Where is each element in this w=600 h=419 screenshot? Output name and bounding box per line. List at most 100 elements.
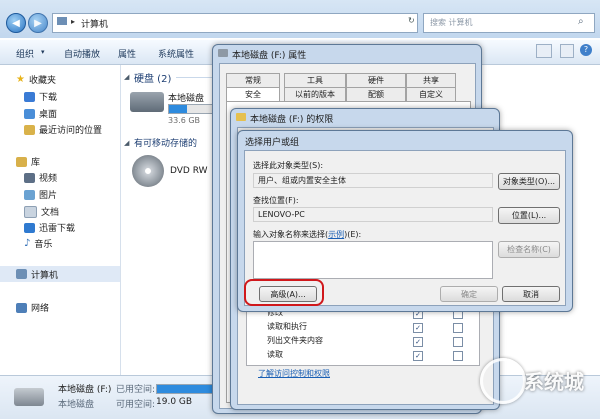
enter-names-label: 输入对象名称来选择(示例)(E): bbox=[253, 230, 362, 239]
forward-icon[interactable]: ▶ bbox=[28, 13, 48, 33]
search-icon: ⌕ bbox=[578, 16, 584, 27]
nav-desktop[interactable]: 桌面 bbox=[24, 107, 57, 120]
nav-thunder-label: 迅雷下载 bbox=[39, 224, 76, 234]
nav-music[interactable]: ♪ 音乐 bbox=[24, 237, 52, 250]
locations-button[interactable]: 位置(L)... bbox=[498, 207, 560, 224]
toolbar-autoplay[interactable]: 自动播放 bbox=[64, 47, 100, 60]
nav-music-label: 音乐 bbox=[34, 240, 53, 250]
check-names-button[interactable]: 检查名称(C) bbox=[498, 241, 560, 258]
tab-customize[interactable]: 自定义 bbox=[406, 87, 456, 102]
collapse-icon[interactable]: ◢ bbox=[124, 73, 129, 81]
tab-hardware[interactable]: 硬件 bbox=[346, 73, 406, 88]
back-icon[interactable]: ◀ bbox=[6, 13, 26, 33]
tab-previous-versions[interactable]: 以前的版本 bbox=[284, 87, 346, 102]
breadcrumb-computer[interactable]: 计算机 bbox=[81, 17, 108, 30]
access-control-help-link[interactable]: 了解访问控制和权限 bbox=[258, 368, 330, 379]
allow-checkbox[interactable]: ✓ bbox=[413, 351, 423, 361]
status-free-value: 19.0 GB bbox=[156, 397, 193, 407]
toolbar-organize[interactable]: 组织 bbox=[16, 47, 34, 60]
preview-pane-icon[interactable] bbox=[560, 44, 574, 58]
drive1-size: 33.6 GB bbox=[168, 116, 201, 125]
nav-videos[interactable]: 视频 bbox=[24, 171, 57, 184]
drive1-name[interactable]: 本地磁盘 bbox=[168, 91, 204, 104]
address-separator: ▸ bbox=[71, 17, 76, 26]
examples-link[interactable]: 示例 bbox=[328, 230, 344, 239]
status-drive-name: 本地磁盘 (F:) bbox=[58, 385, 112, 395]
nav-documents-label: 文档 bbox=[41, 208, 60, 218]
nav-videos-label: 视频 bbox=[39, 174, 58, 184]
nav-libraries[interactable]: 库 bbox=[16, 155, 40, 168]
toolbar-system-properties[interactable]: 系统属性 bbox=[158, 47, 194, 60]
object-type-label: 选择此对象类型(S): bbox=[253, 161, 324, 170]
drive-large-icon bbox=[14, 388, 44, 406]
perm-row-read-execute: 读取和执行 bbox=[267, 322, 307, 331]
location-field: LENOVO-PC bbox=[253, 207, 493, 222]
nav-favorites-label: 收藏夹 bbox=[28, 76, 56, 86]
computer-icon bbox=[16, 269, 27, 279]
tab-quota[interactable]: 配额 bbox=[346, 87, 406, 102]
allow-checkbox[interactable]: ✓ bbox=[413, 337, 423, 347]
object-type-field: 用户、组或内置安全主体 bbox=[253, 173, 493, 188]
tab-tools[interactable]: 工具 bbox=[284, 73, 346, 88]
location-value: LENOVO-PC bbox=[258, 210, 305, 219]
cancel-button[interactable]: 取消 bbox=[502, 286, 560, 302]
nav-desktop-label: 桌面 bbox=[39, 110, 58, 120]
nav-recent[interactable]: 最近访问的位置 bbox=[24, 123, 102, 136]
search-input[interactable]: 搜索 计算机 ⌕ bbox=[423, 13, 595, 33]
nav-thunder-downloads[interactable]: 迅雷下载 bbox=[24, 221, 75, 234]
properties-title: 本地磁盘 (F:) 属性 bbox=[232, 51, 307, 61]
help-icon[interactable]: ? bbox=[580, 44, 592, 56]
star-icon: ★ bbox=[16, 74, 25, 85]
hard-drive-icon bbox=[130, 92, 164, 112]
drive-icon bbox=[218, 49, 228, 57]
status-usage-fill bbox=[157, 385, 212, 393]
music-icon: ♪ bbox=[24, 238, 31, 249]
allow-checkbox[interactable]: ✓ bbox=[413, 323, 423, 333]
nav-downloads[interactable]: 下载 bbox=[24, 90, 57, 103]
nav-downloads-label: 下载 bbox=[39, 93, 58, 103]
object-names-input[interactable] bbox=[253, 241, 493, 279]
nav-libraries-label: 库 bbox=[31, 158, 41, 168]
nav-pictures-label: 图片 bbox=[39, 191, 58, 201]
group-hard-disks: 硬盘 (2) bbox=[134, 74, 172, 85]
tab-sharing[interactable]: 共享 bbox=[406, 73, 456, 88]
nav-pictures[interactable]: 图片 bbox=[24, 188, 57, 201]
nav-computer-label: 计算机 bbox=[31, 270, 59, 281]
picture-icon bbox=[24, 189, 35, 200]
view-icon[interactable] bbox=[536, 44, 552, 58]
nav-favorites[interactable]: ★ 收藏夹 bbox=[16, 73, 56, 86]
document-icon bbox=[24, 205, 37, 218]
collapse-icon[interactable]: ◢ bbox=[124, 139, 129, 147]
tab-security[interactable]: 安全 bbox=[226, 87, 280, 102]
object-types-button[interactable]: 对象类型(O)... bbox=[498, 173, 560, 190]
toolbar-properties[interactable]: 属性 bbox=[118, 47, 136, 60]
refresh-icon[interactable]: ↻ bbox=[408, 16, 415, 25]
status-used-label: 已用空间: bbox=[116, 385, 156, 395]
dvd-label[interactable]: DVD RW bbox=[170, 166, 208, 176]
thunder-download-icon bbox=[24, 222, 35, 233]
group-rule bbox=[176, 77, 216, 78]
nav-computer[interactable]: 计算机 bbox=[0, 266, 120, 282]
ok-button[interactable]: 确定 bbox=[440, 286, 498, 302]
dvd-drive-icon bbox=[132, 155, 164, 187]
permission-list: 修改 读取和执行 列出文件夹内容 读取 ✓ ✓ ✓ ✓ bbox=[246, 304, 480, 366]
nav-documents[interactable]: 文档 bbox=[24, 205, 59, 218]
navigation-pane: ★ 收藏夹 下载 桌面 最近访问的位置 库 视频 图片 文档 迅雷下载 ♪ 音乐… bbox=[0, 65, 120, 375]
tab-general[interactable]: 常规 bbox=[226, 73, 280, 88]
deny-checkbox[interactable] bbox=[453, 351, 463, 361]
perm-row-list-folder: 列出文件夹内容 bbox=[267, 336, 323, 345]
deny-checkbox[interactable] bbox=[453, 337, 463, 347]
drive1-usage-bar bbox=[168, 104, 216, 114]
watermark-text: 系统城 bbox=[524, 370, 584, 394]
permissions-title: 本地磁盘 (F:) 的权限 bbox=[250, 115, 334, 125]
search-placeholder: 搜索 计算机 bbox=[430, 18, 473, 27]
nav-network[interactable]: 网络 bbox=[16, 301, 49, 314]
folder-icon bbox=[236, 113, 246, 121]
library-icon bbox=[16, 156, 27, 167]
deny-checkbox[interactable] bbox=[453, 323, 463, 333]
status-free-label: 可用空间: bbox=[116, 400, 156, 410]
recent-places-icon bbox=[24, 124, 35, 135]
network-icon bbox=[16, 302, 27, 313]
address-bar[interactable]: ▸ 计算机 bbox=[52, 13, 418, 33]
computer-icon bbox=[57, 17, 67, 25]
